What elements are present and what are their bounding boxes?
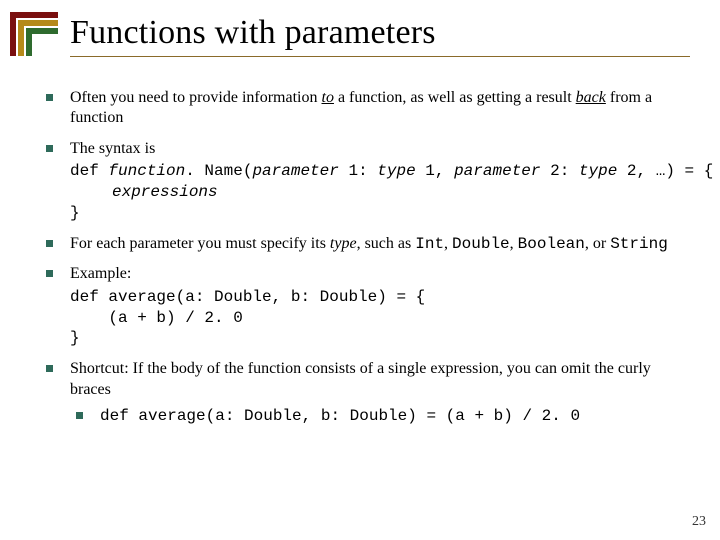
bullet-item: Example: def average(a: Double, b: Doubl… — [40, 264, 686, 349]
slide-title: Functions with parameters — [70, 14, 690, 52]
bullet-text: Example: — [70, 265, 131, 282]
code-inline: def average(a: Double, b: Double) = (a +… — [100, 407, 580, 425]
content-area: Often you need to provide information to… — [40, 78, 686, 437]
bullet-icon — [46, 145, 53, 152]
bullet-item: Shortcut: If the body of the function co… — [40, 359, 686, 427]
page-number: 23 — [692, 514, 706, 530]
bullet-icon — [76, 412, 83, 419]
bullet-icon — [46, 270, 53, 277]
slide-logo — [10, 12, 58, 56]
bullet-text: Shortcut: If the body of the function co… — [70, 360, 651, 397]
bullet-text: Often you need to provide information to… — [70, 89, 652, 126]
bullet-icon — [46, 240, 53, 247]
sub-bullet-item: def average(a: Double, b: Double) = (a +… — [70, 406, 686, 427]
code-block: def average(a: Double, b: Double) = { (a… — [70, 287, 686, 349]
bullet-icon — [46, 94, 53, 101]
bullet-item: For each parameter you must specify its … — [40, 234, 686, 254]
bullet-item: The syntax is def function. Name(paramet… — [40, 139, 686, 224]
code-block: def function. Name(parameter 1: type 1, … — [70, 161, 686, 223]
bullet-list: Often you need to provide information to… — [40, 88, 686, 427]
sub-list: def average(a: Double, b: Double) = (a +… — [70, 406, 686, 427]
title-underline — [70, 56, 690, 57]
bullet-text: For each parameter you must specify its … — [70, 235, 668, 252]
bullet-item: Often you need to provide information to… — [40, 88, 686, 129]
bullet-text: The syntax is — [70, 140, 155, 157]
bullet-icon — [46, 365, 53, 372]
title-block: Functions with parameters — [70, 14, 690, 57]
